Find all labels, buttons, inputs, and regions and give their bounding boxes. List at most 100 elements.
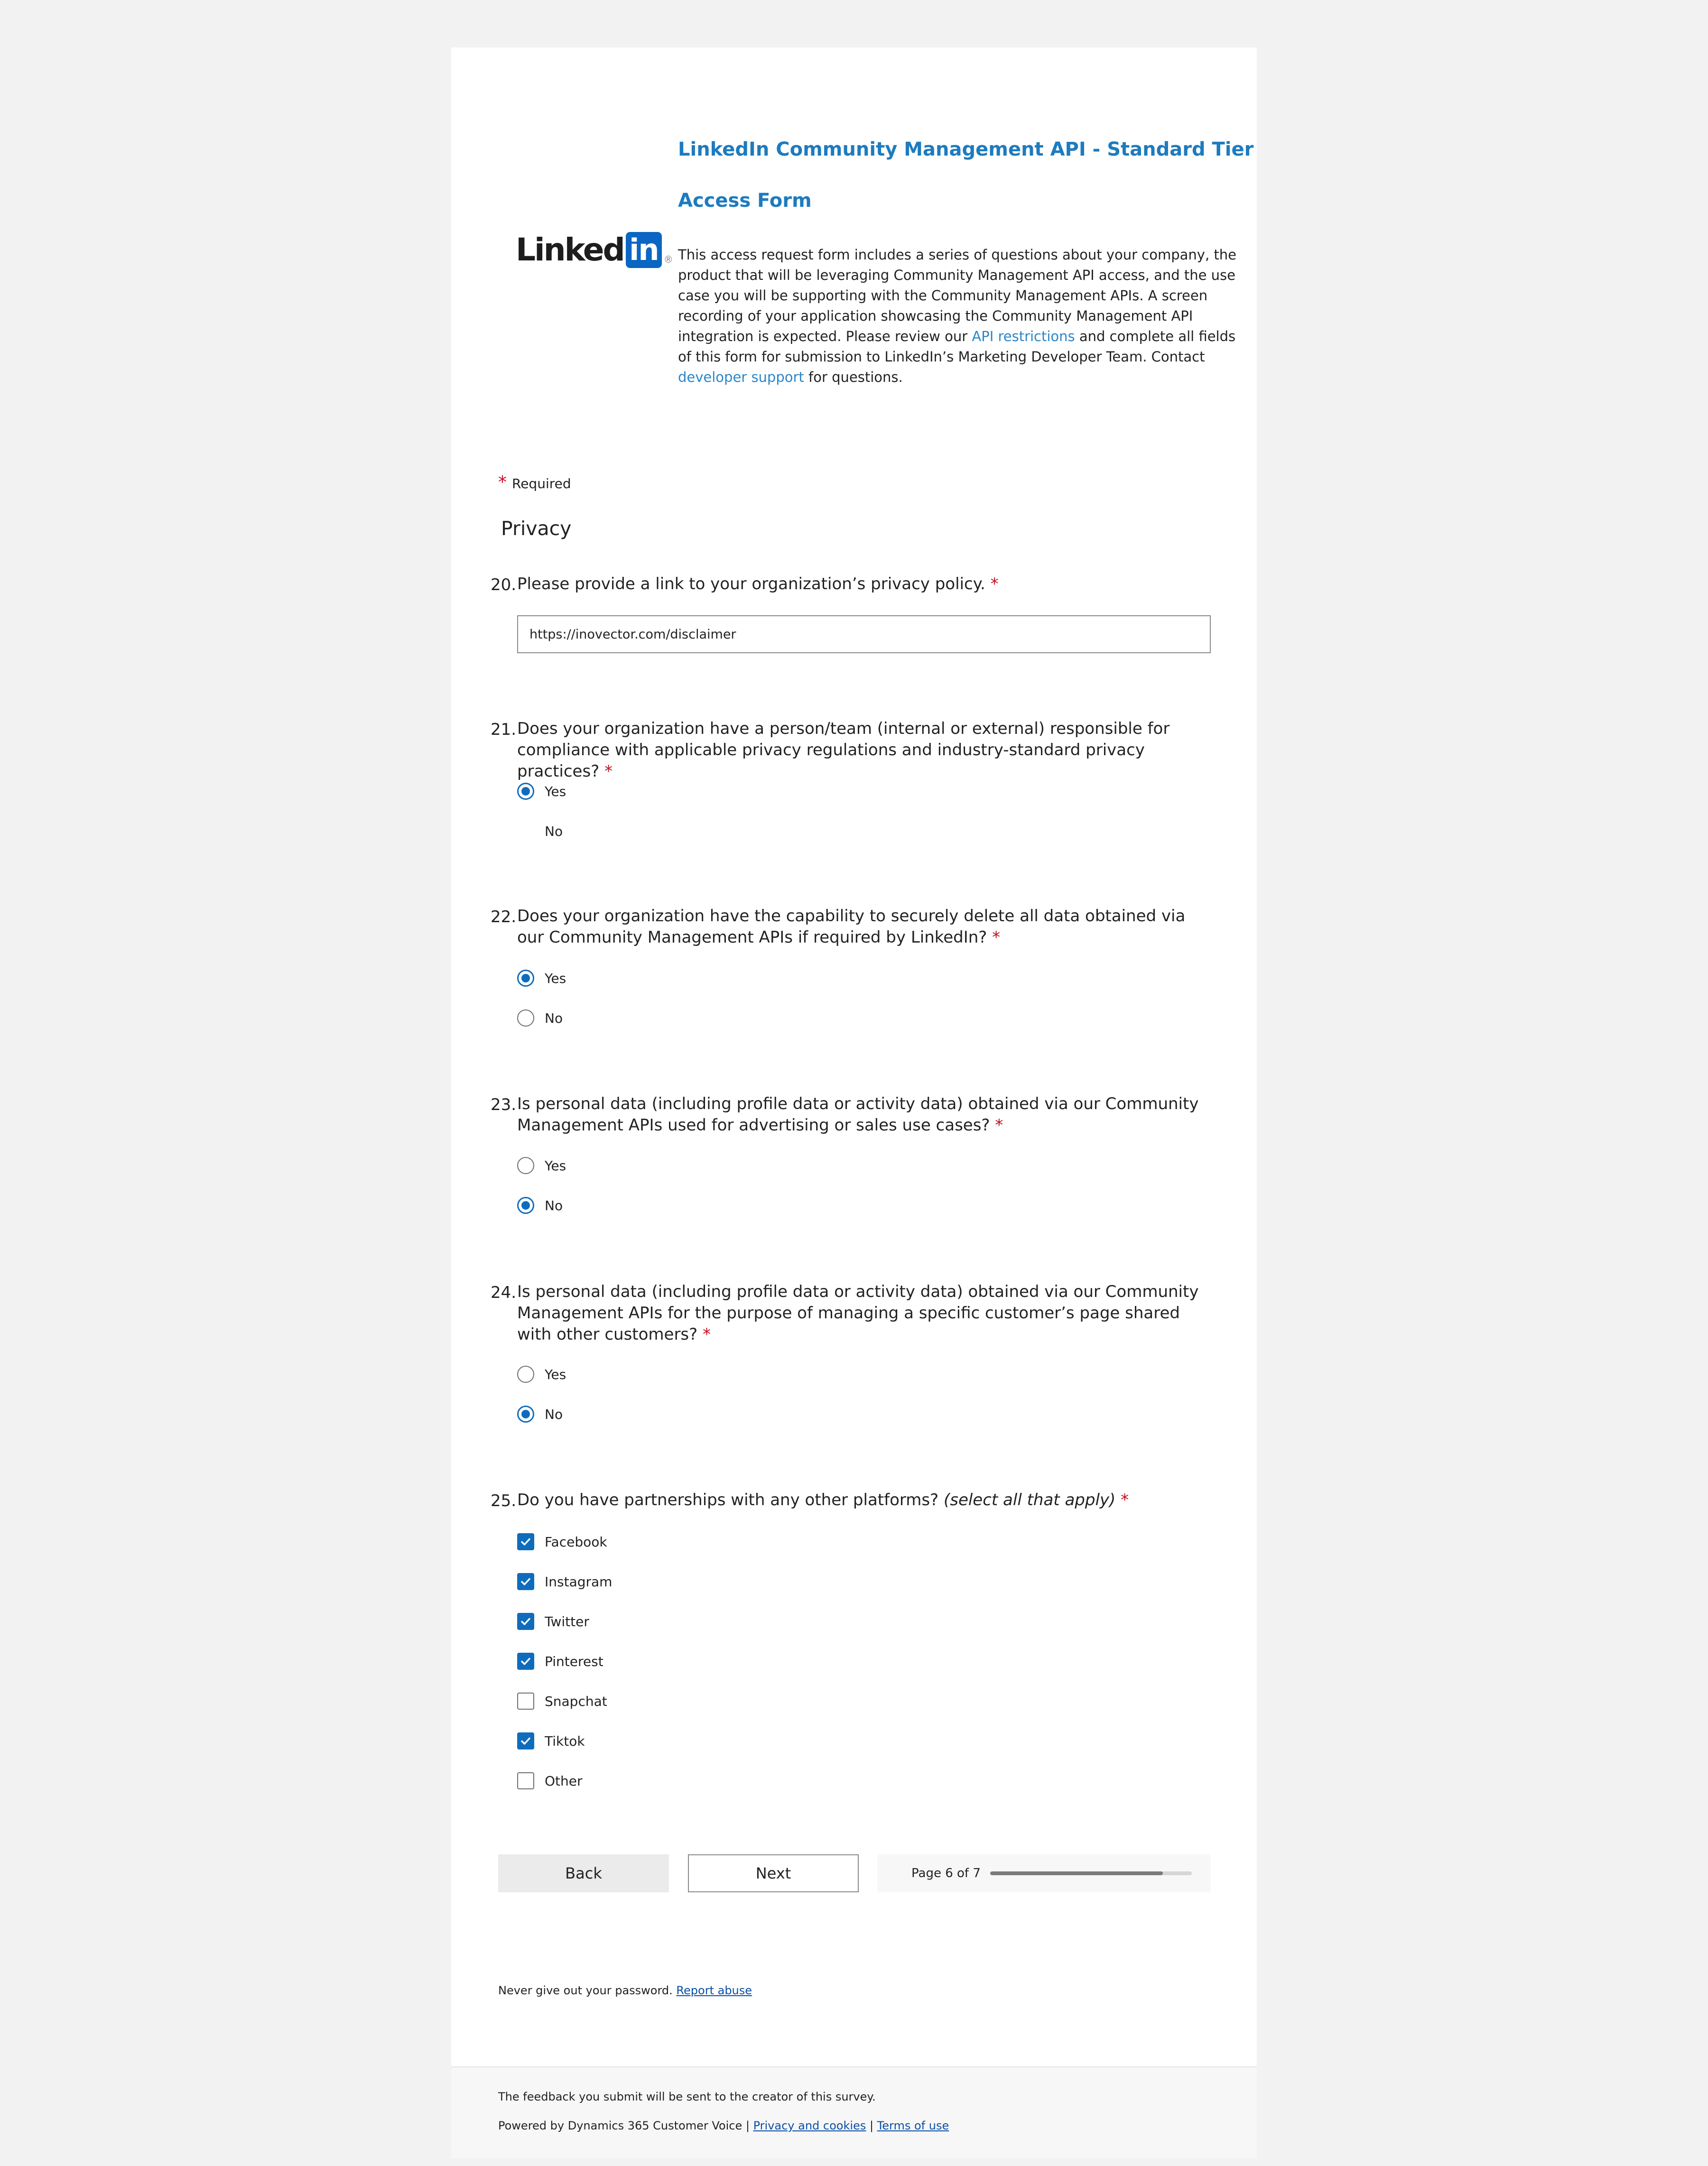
- radio-button[interactable]: [517, 823, 534, 840]
- required-star: *: [992, 928, 1001, 947]
- page-indicator: Page 6 of 7: [911, 1866, 981, 1880]
- radio-button[interactable]: [517, 1366, 534, 1383]
- checkbox[interactable]: [517, 1772, 534, 1789]
- option-label: Pinterest: [545, 1653, 603, 1669]
- footer-area: [451, 2066, 1257, 2158]
- password-notice: Never give out your password. Report abu…: [498, 1984, 752, 1997]
- radio-button[interactable]: [517, 970, 534, 987]
- radio-button[interactable]: [517, 1197, 534, 1214]
- powered-by-text: Powered by Dynamics 365 Customer Voice: [498, 2119, 743, 2132]
- privacy-cookies-link[interactable]: Privacy and cookies: [753, 2119, 866, 2132]
- required-star: *: [1121, 1490, 1129, 1509]
- form-title: LinkedIn Community Management API - Stan…: [678, 139, 1254, 160]
- option-label: Twitter: [545, 1613, 589, 1629]
- option-label: No: [545, 1197, 563, 1213]
- next-button[interactable]: Next: [688, 1854, 859, 1892]
- question-number: 24.: [491, 1283, 517, 1302]
- form-description: This access request form includes a seri…: [678, 245, 1243, 388]
- option-label: Snapchat: [545, 1693, 607, 1709]
- progress-bar: [990, 1871, 1192, 1875]
- q25-option-twitter[interactable]: Twitter: [517, 1611, 589, 1632]
- logo-wordmark: Linked: [516, 231, 625, 268]
- option-label: No: [545, 823, 563, 839]
- q22-option-yes[interactable]: Yes: [517, 968, 566, 989]
- required-star: *: [703, 1325, 711, 1344]
- question-21-text: Does your organization have a person/tea…: [517, 718, 1210, 782]
- q21-option-no[interactable]: No: [517, 821, 563, 842]
- required-star: *: [498, 472, 507, 492]
- checkbox[interactable]: [517, 1732, 534, 1749]
- q25-option-snapchat[interactable]: Snapchat: [517, 1691, 607, 1712]
- question-20-text: Please provide a link to your organizati…: [517, 574, 1210, 595]
- question-number: 20.: [491, 575, 517, 594]
- q23-option-yes[interactable]: Yes: [517, 1155, 566, 1176]
- option-label: Yes: [545, 1157, 566, 1174]
- question-hint: (select all that apply): [943, 1490, 1116, 1509]
- q21-option-yes[interactable]: Yes: [517, 781, 566, 802]
- description-text: for questions.: [804, 369, 903, 385]
- q25-option-tiktok[interactable]: Tiktok: [517, 1731, 585, 1751]
- option-label: Yes: [545, 783, 566, 799]
- radio-button[interactable]: [517, 1157, 534, 1174]
- question-number: 21.: [491, 720, 517, 739]
- checkmark-icon: [521, 1578, 530, 1585]
- back-button[interactable]: Back: [498, 1854, 669, 1892]
- radio-button[interactable]: [517, 1406, 534, 1423]
- checkmark-icon: [521, 1737, 530, 1745]
- notice-text: Never give out your password.: [498, 1984, 673, 1997]
- checkmark-icon: [521, 1618, 530, 1625]
- checkmark-icon: [521, 1538, 530, 1546]
- report-abuse-link[interactable]: Report abuse: [676, 1984, 752, 1997]
- privacy-policy-link-input[interactable]: [517, 615, 1211, 653]
- radio-button[interactable]: [517, 783, 534, 800]
- option-label: No: [545, 1406, 563, 1422]
- q22-option-no[interactable]: No: [517, 1008, 563, 1028]
- radio-button[interactable]: [517, 1009, 534, 1027]
- checkbox[interactable]: [517, 1653, 534, 1670]
- question-label: Is personal data (including profile data…: [517, 1282, 1199, 1344]
- required-label: Required: [512, 476, 571, 491]
- question-label: Is personal data (including profile data…: [517, 1094, 1199, 1135]
- question-number: 23.: [491, 1095, 517, 1114]
- q23-option-no[interactable]: No: [517, 1195, 563, 1216]
- checkbox[interactable]: [517, 1613, 534, 1630]
- checkbox[interactable]: [517, 1693, 534, 1710]
- registered-mark: ®: [663, 254, 673, 265]
- option-label: Yes: [545, 970, 566, 986]
- logo-in-badge: in: [625, 231, 662, 268]
- feedback-notice: The feedback you submit will be sent to …: [498, 2090, 876, 2103]
- q24-option-no[interactable]: No: [517, 1404, 563, 1425]
- q25-option-instagram[interactable]: Instagram: [517, 1571, 612, 1592]
- question-22-text: Does your organization have the capabili…: [517, 906, 1210, 948]
- checkbox[interactable]: [517, 1533, 534, 1550]
- page-progress: Page 6 of 7: [877, 1854, 1211, 1892]
- question-24-text: Is personal data (including profile data…: [517, 1281, 1210, 1345]
- question-label: Does your organization have a person/tea…: [517, 719, 1170, 781]
- section-title: Privacy: [501, 517, 572, 540]
- required-star: *: [604, 762, 613, 781]
- separator: |: [745, 2119, 750, 2132]
- question-25-text: Do you have partnerships with any other …: [517, 1490, 1210, 1511]
- linkedin-logo: Linked in ®: [516, 231, 673, 268]
- checkbox[interactable]: [517, 1573, 534, 1590]
- form-subtitle: Access Form: [678, 190, 812, 212]
- required-star: *: [995, 1116, 1003, 1135]
- option-label: Facebook: [545, 1534, 607, 1550]
- terms-of-use-link[interactable]: Terms of use: [877, 2119, 949, 2132]
- option-label: Instagram: [545, 1574, 613, 1590]
- question-number: 25.: [491, 1491, 517, 1510]
- checkmark-icon: [521, 1657, 530, 1665]
- q24-option-yes[interactable]: Yes: [517, 1364, 566, 1385]
- option-label: No: [545, 1010, 563, 1026]
- question-number: 22.: [491, 907, 517, 926]
- question-label: Please provide a link to your organizati…: [517, 574, 985, 593]
- q25-option-other[interactable]: Other: [517, 1770, 583, 1791]
- separator: |: [869, 2119, 874, 2132]
- option-label: Other: [545, 1773, 583, 1789]
- q25-option-pinterest[interactable]: Pinterest: [517, 1651, 603, 1672]
- option-label: Yes: [545, 1366, 566, 1382]
- progress-bar-fill: [990, 1871, 1163, 1875]
- q25-option-facebook[interactable]: Facebook: [517, 1531, 607, 1552]
- developer-support-link[interactable]: developer support: [678, 369, 804, 385]
- api-restrictions-link[interactable]: API restrictions: [972, 328, 1075, 344]
